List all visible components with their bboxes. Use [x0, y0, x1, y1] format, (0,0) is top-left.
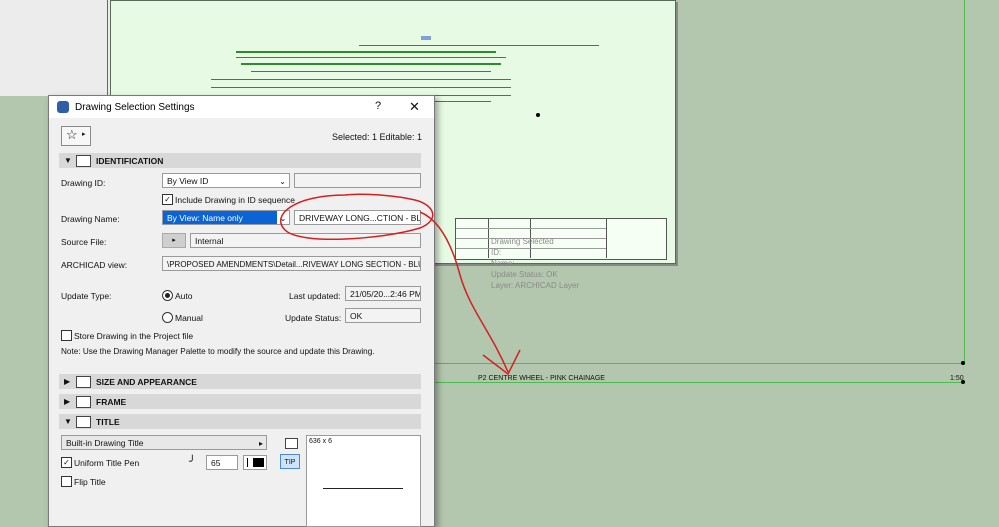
section-line: [211, 79, 511, 80]
include-sequence-checkbox[interactable]: ✓: [162, 194, 173, 205]
include-sequence-label: Include Drawing in ID sequence: [175, 195, 296, 205]
archicad-view-label: ARCHICAD view:: [61, 260, 128, 270]
chevron-down-icon: ⌄: [279, 177, 286, 186]
drawing-id-text[interactable]: [294, 173, 421, 188]
uniform-pen-label: Uniform Title Pen: [74, 458, 140, 468]
store-drawing-label: Store Drawing in the Project file: [74, 331, 194, 341]
canvas-background: [0, 0, 112, 96]
identification-icon: [76, 155, 91, 167]
preview-size-label: 636 x 6: [309, 438, 332, 445]
chevron-right-icon: ▶: [64, 397, 71, 406]
update-type-label: Update Type:: [61, 291, 112, 301]
drawing-frame-right: [964, 0, 965, 365]
section-title[interactable]: ▼ TITLE: [59, 414, 421, 429]
ghost-info-line: Update Status: OK: [491, 270, 558, 279]
flip-title-checkbox[interactable]: [61, 476, 72, 487]
pen-number-field[interactable]: 65: [206, 455, 238, 470]
title-block-stamp: [455, 218, 667, 260]
chevron-down-icon: ▼: [64, 417, 72, 426]
dialog-title: Drawing Selection Settings: [75, 102, 195, 113]
source-file-button[interactable]: ▸: [162, 233, 186, 248]
stamp-row: [456, 228, 606, 229]
drawing-frame-bottom: [432, 363, 963, 364]
favorites-button[interactable]: ☆ ▸: [61, 126, 91, 146]
section-line: [251, 71, 491, 72]
tip-toggle-button[interactable]: TIP: [280, 454, 300, 469]
drawing-id-dropdown[interactable]: By View ID ⌄: [162, 173, 290, 188]
drawing-name-label: Drawing Name:: [61, 214, 120, 224]
chevron-right-icon: ▶: [64, 377, 71, 386]
drawing-name-dropdown[interactable]: By View: Name only ⌄: [162, 210, 290, 225]
star-icon: ☆: [66, 127, 78, 142]
update-status-label: Update Status:: [285, 313, 342, 323]
drawing-title-label[interactable]: P2 CENTRE WHEEL - PINK CHAINAGE: [478, 375, 605, 382]
sheet-border-line: [107, 0, 108, 96]
section-size-appearance[interactable]: ▶ SIZE AND APPEARANCE: [59, 374, 421, 389]
manual-radio[interactable]: [162, 312, 173, 323]
drawing-name-text[interactable]: DRIVEWAY LONG...CTION - BLUE: [294, 210, 421, 225]
corner-hotspot[interactable]: [961, 361, 965, 365]
ghost-info-line: ID:: [491, 248, 502, 257]
marker: [421, 36, 431, 40]
drawing-selection-settings-dialog[interactable]: Drawing Selection Settings ? ✕ ☆ ▸ Selec…: [48, 95, 435, 527]
archicad-view-field: \PROPOSED AMENDMENTS\Detail...RIVEWAY LO…: [162, 256, 421, 271]
title-type-dropdown[interactable]: Built-in Drawing Title ▸: [61, 435, 267, 450]
ghost-info-line: Drawing Selected: [491, 237, 554, 246]
section-line: [211, 87, 511, 88]
size-icon: [76, 376, 91, 388]
close-icon[interactable]: ✕: [409, 99, 420, 115]
store-drawing-checkbox[interactable]: [61, 330, 72, 341]
section-line: [236, 51, 496, 53]
preview-title-line: [323, 488, 403, 489]
uniform-pen-checkbox[interactable]: ✓: [61, 457, 72, 468]
update-status-value: OK: [345, 308, 421, 323]
last-updated-value: 21/05/20...2:46 PM: [345, 286, 421, 301]
help-icon[interactable]: ?: [375, 100, 381, 112]
note-text: Note: Use the Drawing Manager Palette to…: [61, 347, 375, 356]
title-preview: 636 x 6: [306, 435, 421, 527]
source-file-label: Source File:: [61, 237, 107, 247]
flip-title-label: Flip Title: [74, 477, 106, 487]
title-icon: [76, 416, 91, 428]
hotspot-dot[interactable]: [536, 113, 540, 117]
title-baseline: [432, 382, 963, 383]
stamp-row: [456, 248, 606, 249]
title-settings-icon[interactable]: [285, 438, 298, 449]
archicad-app-icon: [57, 101, 69, 113]
chevron-right-icon: ▸: [82, 131, 86, 138]
last-updated-label: Last updated:: [289, 291, 341, 301]
stamp-divider: [606, 218, 607, 258]
auto-radio[interactable]: [162, 290, 173, 301]
manual-radio-label: Manual: [175, 313, 203, 323]
drawing-scale-label: 1:50: [950, 375, 964, 382]
color-swatch-icon[interactable]: [243, 455, 267, 470]
section-line: [241, 63, 501, 65]
pen-icon: ╯: [189, 456, 196, 468]
section-line: [236, 57, 506, 58]
ghost-info-line: Name:: [491, 259, 515, 268]
ghost-info-line: Layer: ARCHICAD Layer: [491, 281, 580, 290]
source-file-field: Internal: [190, 233, 421, 248]
drawing-id-label: Drawing ID:: [61, 178, 106, 188]
dialog-titlebar[interactable]: Drawing Selection Settings ? ✕: [49, 96, 434, 118]
section-line: [359, 45, 599, 46]
chevron-down-icon: ⌄: [277, 211, 289, 224]
section-frame[interactable]: ▶ FRAME: [59, 394, 421, 409]
frame-icon: [76, 396, 91, 408]
chevron-down-icon: ▼: [64, 156, 72, 165]
selection-count: Selected: 1 Editable: 1: [331, 132, 422, 142]
auto-radio-label: Auto: [175, 291, 193, 301]
section-identification[interactable]: ▼ IDENTIFICATION: [59, 153, 421, 168]
chevron-right-icon: ▸: [258, 439, 263, 448]
